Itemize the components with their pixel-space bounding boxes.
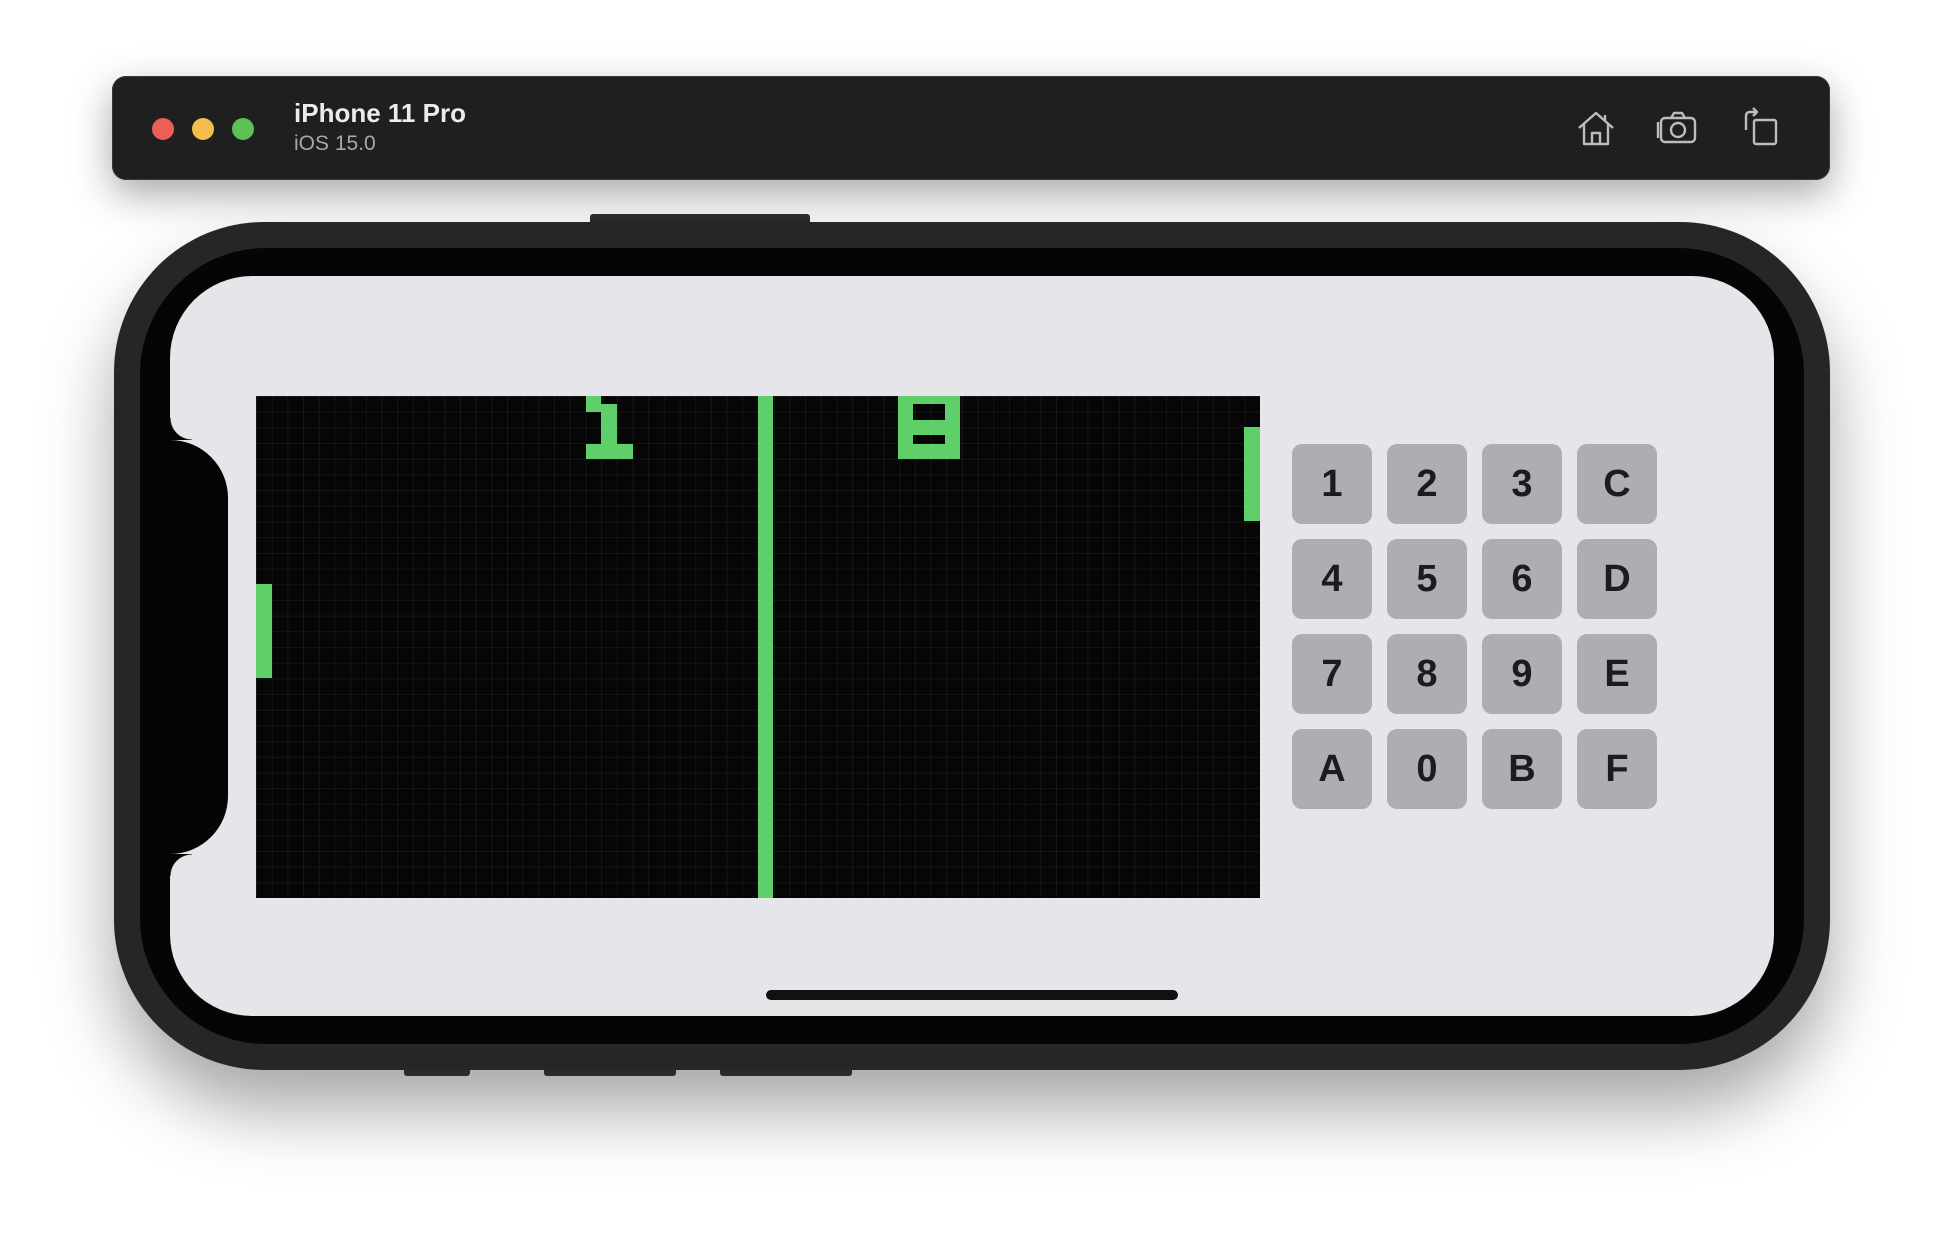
key-4[interactable]: 4 <box>1292 539 1372 619</box>
score-left-digit <box>586 404 617 412</box>
os-version: iOS 15.0 <box>294 132 376 155</box>
rotate-button[interactable] <box>1734 102 1786 154</box>
key-8[interactable]: 8 <box>1387 634 1467 714</box>
key-3[interactable]: 3 <box>1482 444 1562 524</box>
key-0[interactable]: 0 <box>1387 729 1467 809</box>
key-d[interactable]: D <box>1577 539 1657 619</box>
score-left-digit <box>601 412 617 444</box>
key-7[interactable]: 7 <box>1292 634 1372 714</box>
key-5[interactable]: 5 <box>1387 539 1467 619</box>
device-name: iPhone 11 Pro <box>294 98 466 128</box>
minimize-window-button[interactable] <box>192 118 214 140</box>
close-window-button[interactable] <box>152 118 174 140</box>
screenshot-button[interactable] <box>1652 102 1704 154</box>
key-a[interactable]: A <box>1292 729 1372 809</box>
key-2[interactable]: 2 <box>1387 444 1467 524</box>
key-b[interactable]: B <box>1482 729 1562 809</box>
device-screen: 1 2 3 C 4 5 6 D 7 8 9 E A 0 B F <box>170 276 1774 1016</box>
hex-keypad: 1 2 3 C 4 5 6 D 7 8 9 E A 0 B F <box>1292 444 1657 809</box>
rotate-icon <box>1744 107 1778 146</box>
key-e[interactable]: E <box>1577 634 1657 714</box>
home-indicator[interactable] <box>766 990 1178 1000</box>
left-paddle <box>256 584 272 678</box>
key-9[interactable]: 9 <box>1482 634 1562 714</box>
score-left-digit <box>586 444 633 459</box>
center-net <box>758 396 773 898</box>
key-6[interactable]: 6 <box>1482 539 1562 619</box>
key-1[interactable]: 1 <box>1292 444 1372 524</box>
game-display[interactable] <box>256 396 1260 898</box>
score-right-digit <box>898 420 960 435</box>
score-left-digit <box>586 396 601 404</box>
screenshot-camera-icon <box>1656 111 1697 144</box>
score-right-digit <box>898 396 960 404</box>
simulator-title-bar: iPhone 11 Pro iOS 15.0 <box>112 76 1830 180</box>
right-paddle <box>1244 427 1260 521</box>
score-right-digit <box>898 444 960 459</box>
home-button[interactable] <box>1570 102 1622 154</box>
key-f[interactable]: F <box>1577 729 1657 809</box>
device-notch <box>170 418 228 876</box>
home-icon <box>1578 111 1614 146</box>
zoom-window-button[interactable] <box>232 118 254 140</box>
screen-root: iPhone 11 Pro iOS 15.0 1 2 3 C 4 5 6 D 7… <box>0 0 1942 1240</box>
key-c[interactable]: C <box>1577 444 1657 524</box>
